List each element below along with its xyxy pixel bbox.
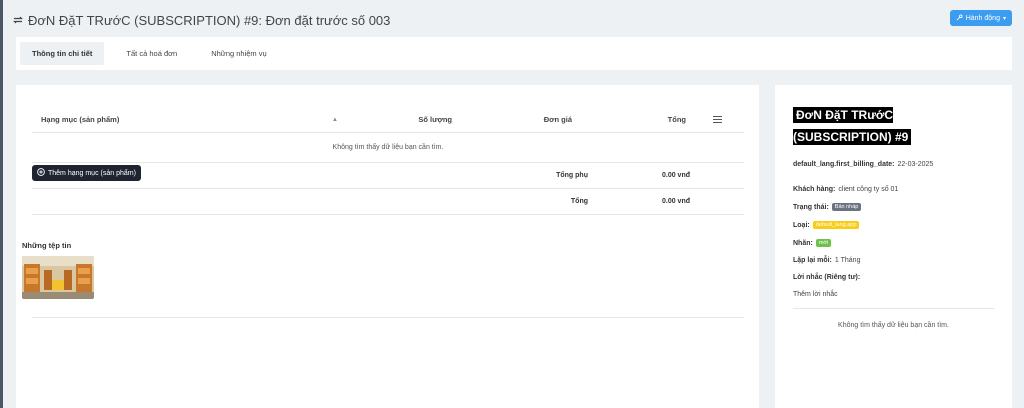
tab-details[interactable]: Thông tin chi tiết — [20, 42, 105, 65]
actions-dropdown-button[interactable]: Hành động ▾ — [949, 10, 1012, 26]
tag-field: Nhãn: mới — [793, 239, 994, 247]
total-row: Tổng 0.00 vnđ — [32, 189, 744, 215]
col-total-header[interactable]: Tổng — [572, 115, 690, 124]
tab-invoices[interactable]: Tất cả hoá đơn — [114, 42, 189, 65]
file-thumbnail-warehouse[interactable] — [22, 256, 94, 299]
status-label: Trạng thái: — [793, 203, 829, 211]
col-qty-header[interactable]: Số lượng — [392, 115, 472, 124]
status-badge: Bản nháp — [831, 203, 862, 211]
total-value: 0.00 vnđ — [661, 198, 690, 205]
billing-date-value: 22-03-2025 — [897, 161, 934, 168]
client-value[interactable]: client công ty số 01 — [838, 186, 898, 193]
table-header-row: Hạng mục (sản phẩm) ▲ Số lượng Đơn giá T… — [32, 107, 744, 133]
plus-circle-icon — [37, 168, 45, 178]
files-section: Những tệp tin — [22, 241, 744, 318]
note-label: Lời nhắc (Riêng tư): — [793, 274, 861, 281]
page-header: ĐơN ĐặT TRướC (SUBSCRIPTION) #9: Đơn đặt… — [12, 10, 390, 30]
caret-down-icon: ▾ — [1002, 15, 1006, 22]
add-item-button[interactable]: Thêm hạng mục (sản phẩm) — [32, 165, 141, 181]
notes-empty-message: Không tìm thấy dữ liệu bạn cần tìm. — [838, 322, 949, 329]
tab-bar: Thông tin chi tiết Tất cả hoá đơn Những … — [16, 37, 1012, 70]
note-field: Lời nhắc (Riêng tư): — [793, 274, 994, 281]
add-item-label: Thêm hạng mục (sản phẩm) — [48, 169, 136, 177]
client-label: Khách hàng: — [793, 186, 836, 193]
left-sidebar-edge — [0, 0, 3, 408]
add-note-link[interactable]: Thêm lời nhắc — [793, 291, 994, 298]
type-badge: default_lang.app — [812, 221, 860, 229]
type-field: Loại: default_lang.app — [793, 221, 994, 229]
repeat-label: Lặp lại mỗi: — [793, 257, 832, 264]
col-item-header[interactable]: Hạng mục (sản phẩm) — [32, 115, 332, 124]
billing-date-field: default_lang.first_billing_date: 22-03-2… — [793, 161, 994, 168]
subtotal-row: Thêm hạng mục (sản phẩm) Tổng phụ 0.00 v… — [32, 163, 744, 189]
tag-badge: mới — [815, 239, 832, 247]
subscription-summary-card: ĐơN ĐặT TRướC (SUBSCRIPTION) #9 default_… — [775, 85, 1012, 408]
repeat-field: Lặp lại mỗi: 1 Tháng — [793, 257, 994, 264]
refresh-cycle-icon — [12, 14, 24, 26]
tag-label: Nhãn: — [793, 239, 813, 247]
files-divider — [32, 317, 744, 318]
tab-tasks[interactable]: Những nhiệm vụ — [199, 42, 278, 65]
client-field: Khách hàng: client công ty số 01 — [793, 186, 994, 193]
type-label: Loại: — [793, 221, 810, 229]
subtotal-label: Tổng phụ — [556, 172, 588, 179]
billing-date-label: default_lang.first_billing_date: — [793, 161, 895, 168]
total-label: Tổng — [570, 198, 588, 205]
subtotal-value: 0.00 vnđ — [661, 172, 690, 179]
status-field: Trạng thái: Bản nháp — [793, 203, 994, 211]
repeat-value: 1 Tháng — [834, 257, 861, 264]
column-menu-icon[interactable] — [690, 116, 744, 123]
actions-label: Hành động — [965, 14, 1000, 22]
table-empty-message: Không tìm thấy dữ liệu bạn cần tìm. — [32, 133, 744, 163]
items-table: Hạng mục (sản phẩm) ▲ Số lượng Đơn giá T… — [32, 107, 744, 215]
items-card: Hạng mục (sản phẩm) ▲ Số lượng Đơn giá T… — [16, 85, 759, 408]
col-price-header[interactable]: Đơn giá — [472, 115, 572, 124]
sort-asc-icon[interactable]: ▲ — [332, 117, 392, 123]
files-title: Những tệp tin — [22, 241, 72, 250]
wrench-icon — [956, 13, 963, 23]
summary-title: ĐơN ĐặT TRướC (SUBSCRIPTION) #9 — [793, 107, 912, 145]
page-title: ĐơN ĐặT TRướC (SUBSCRIPTION) #9: Đơn đặt… — [28, 12, 391, 28]
